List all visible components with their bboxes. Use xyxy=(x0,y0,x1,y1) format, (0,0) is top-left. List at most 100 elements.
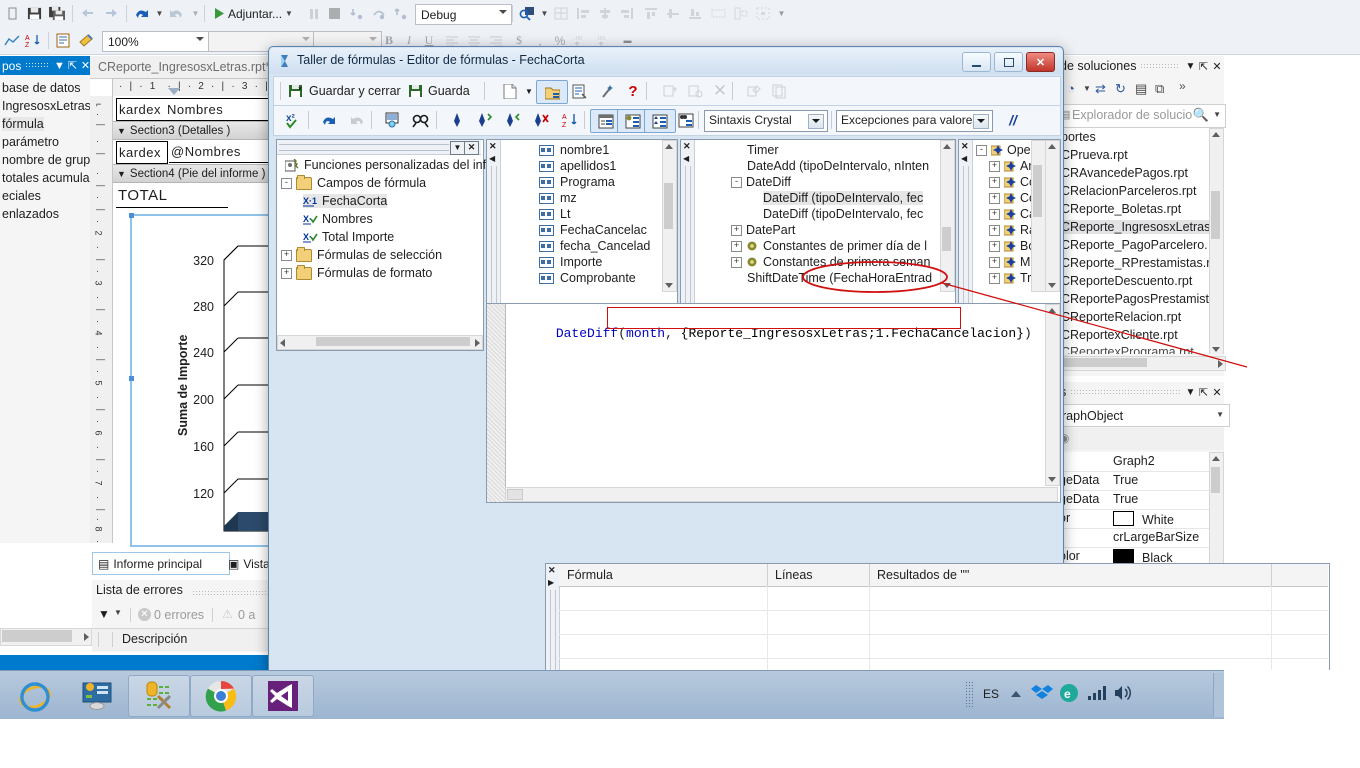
panel-dropdown-icon[interactable]: ▼ xyxy=(1184,61,1197,72)
taskbar-sql-server-tools[interactable] xyxy=(128,675,190,717)
property-row-2[interactable]: geData True xyxy=(1057,490,1224,510)
show-hidden-icons-icon[interactable] xyxy=(1011,691,1021,697)
scroll-left-icon[interactable] xyxy=(280,339,285,347)
pane-collapse-icon[interactable]: ▶ xyxy=(548,578,554,587)
field-kardex-header[interactable]: kardex xyxy=(116,98,168,121)
chevron-down-icon[interactable]: ▼ xyxy=(285,9,293,18)
grid-column-resultados[interactable]: Resultados de "" xyxy=(877,568,969,582)
tree-item-nombres[interactable]: X· Nombres xyxy=(303,212,373,226)
tree-item-campos-formula[interactable]: - Campos de fórmula xyxy=(281,174,426,190)
zoom-combo[interactable]: 100% xyxy=(102,31,209,52)
clear-bookmarks-button[interactable] xyxy=(526,109,556,131)
expander-plus-icon[interactable]: + xyxy=(731,224,742,236)
toolbar-overflow-icon[interactable]: » xyxy=(1179,79,1186,93)
close-button[interactable]: ✕ xyxy=(1026,52,1055,72)
taskbar-visual-studio[interactable] xyxy=(252,675,314,717)
sync-icon[interactable]: ⇄ xyxy=(1095,81,1106,97)
pending-changes-icon[interactable]: ◔ xyxy=(1067,81,1075,96)
tree-item-total-importe[interactable]: X· Total Importe xyxy=(303,230,394,244)
grid-column-formula[interactable]: Fórmula xyxy=(567,568,613,582)
show-desktop-button[interactable] xyxy=(1213,673,1224,717)
chevron-down-icon[interactable] xyxy=(369,37,377,41)
start-debug-icon[interactable] xyxy=(210,3,228,24)
insert-chart-icon[interactable] xyxy=(2,30,22,51)
error-count-label[interactable]: 0 errores xyxy=(154,608,204,622)
chevron-down-icon[interactable]: ▼ xyxy=(114,608,122,617)
save-all-icon[interactable] xyxy=(46,3,68,24)
solution-explorer-tree[interactable]: portes CPrueva.rpt CRAvancedePagos.rpt C… xyxy=(1057,128,1224,354)
taskbar-internet-explorer[interactable] xyxy=(4,675,66,717)
sol-item-6[interactable]: CReporte_RPrestamistas.r xyxy=(1061,256,1210,270)
expander-minus-icon[interactable]: - xyxy=(976,144,987,156)
formula-editor-pane[interactable]: DateDiff(month, {Reporte_IngresosxLetras… xyxy=(486,303,1061,503)
language-indicator[interactable]: ES xyxy=(983,687,999,701)
scroll-right-icon[interactable] xyxy=(84,633,89,641)
volume-icon[interactable] xyxy=(1113,684,1133,705)
scroll-down-icon[interactable] xyxy=(1048,283,1056,288)
pane-close-icon[interactable]: ✕ xyxy=(489,142,497,151)
find-replace-button[interactable] xyxy=(406,109,436,131)
search-icon[interactable]: 🔍 xyxy=(1193,107,1209,123)
property-value[interactable]: Graph2 xyxy=(1113,454,1213,468)
filter-icon[interactable]: ▼ xyxy=(98,607,110,621)
fe-item-3[interactable]: parámetro xyxy=(2,135,59,149)
property-value[interactable]: White xyxy=(1113,511,1213,527)
expander-plus-icon[interactable]: + xyxy=(989,272,1000,284)
chevron-down-icon[interactable]: ▼ xyxy=(1083,84,1091,93)
toggle-properties-button[interactable] xyxy=(564,80,594,102)
search-input[interactable]: Explorador de solucio xyxy=(1072,108,1192,122)
expander-minus-icon[interactable]: - xyxy=(731,176,742,188)
func-item-datediff-group[interactable]: - DateDiff xyxy=(731,175,791,189)
scroll-down-icon[interactable] xyxy=(665,283,673,288)
scroll-down-icon[interactable] xyxy=(943,283,951,288)
scrollbar-thumb[interactable] xyxy=(1059,358,1147,367)
expander-plus-icon[interactable]: + xyxy=(281,267,292,279)
editor-hscroll[interactable] xyxy=(505,487,1058,502)
sol-item-3[interactable]: CReporte_Boletas.rpt xyxy=(1061,202,1181,216)
sol-item-4[interactable]: CReporte_IngresosxLetras xyxy=(1057,220,1224,234)
minimize-button[interactable] xyxy=(962,52,991,72)
sol-item-root[interactable]: portes xyxy=(1061,130,1096,144)
find-window-icon[interactable] xyxy=(516,3,538,24)
func-item-constantes-primer-dia[interactable]: + Constantes de primer día de l xyxy=(731,239,927,253)
formula-tree-pane[interactable]: ▼ ✕ Funciones personalizadas del inf - C… xyxy=(276,139,486,351)
collapse-icon[interactable]: ▼ xyxy=(117,169,126,179)
func-item-shiftdatetime[interactable]: ShiftDateTime (FechaHoraEntrad xyxy=(747,271,932,285)
sol-item-9[interactable]: CReporteRelacion.rpt xyxy=(1061,310,1181,324)
pane-close-icon[interactable]: ✕ xyxy=(548,566,556,575)
expander-plus-icon[interactable]: + xyxy=(281,249,292,261)
layout-overflow-icon[interactable]: ▼ xyxy=(775,3,786,24)
pin-icon[interactable]: ⇱ xyxy=(1197,386,1210,399)
scroll-up-icon[interactable] xyxy=(1048,144,1056,149)
fe-item-6[interactable]: eciales xyxy=(2,189,41,203)
formula-workshop-dialog[interactable]: Taller de fórmulas - Editor de fórmulas … xyxy=(268,46,1330,711)
scroll-up-icon[interactable] xyxy=(943,144,951,149)
expander-plus-icon[interactable]: + xyxy=(989,208,1000,220)
func-item-constantes-primera-semana[interactable]: + Constantes de primera seman xyxy=(731,255,930,269)
sol-item-7[interactable]: CReporteDescuento.rpt xyxy=(1061,274,1192,288)
tab-informe-principal[interactable]: ▤ Informe principal xyxy=(92,552,230,575)
scroll-right-icon[interactable] xyxy=(475,339,480,347)
func-item-datediff-1[interactable]: DateDiff (tipoDeIntervalo, fec xyxy=(763,191,924,205)
properties-object-combo[interactable]: raphObject ▼ xyxy=(1057,404,1230,427)
property-row-4[interactable]: crLargeBarSize xyxy=(1057,528,1224,548)
refresh-icon[interactable]: ↻ xyxy=(1115,81,1126,97)
solution-config-combo[interactable]: Debug xyxy=(415,4,512,25)
fe-item-5[interactable]: totales acumulad xyxy=(2,171,97,185)
tree-item-fechacorta[interactable]: X·1 FechaCorta xyxy=(303,194,388,208)
chevron-down-icon[interactable] xyxy=(977,119,985,123)
toggle-bookmark-button[interactable] xyxy=(442,109,472,131)
func-item-dateadd[interactable]: DateAdd (tipoDeIntervalo, nInten xyxy=(747,159,929,173)
pane-collapse-icon[interactable]: ◀ xyxy=(683,154,689,163)
chevron-down-icon[interactable] xyxy=(196,37,204,41)
operators-tree-vscroll[interactable] xyxy=(1045,140,1060,292)
field-item-comprobante[interactable]: Comprobante xyxy=(539,271,636,285)
next-bookmark-button[interactable] xyxy=(470,109,500,131)
sol-item-10[interactable]: CReportexCliente.rpt xyxy=(1061,328,1178,342)
maximize-button[interactable] xyxy=(994,52,1023,72)
functions-tree-vscroll[interactable] xyxy=(940,140,955,292)
tray-grip[interactable] xyxy=(965,681,973,709)
sort-order-button[interactable]: AZ xyxy=(556,109,586,131)
dropbox-icon[interactable] xyxy=(1031,683,1053,706)
sol-item-2[interactable]: CRelacionParceleros.rpt xyxy=(1061,184,1196,198)
